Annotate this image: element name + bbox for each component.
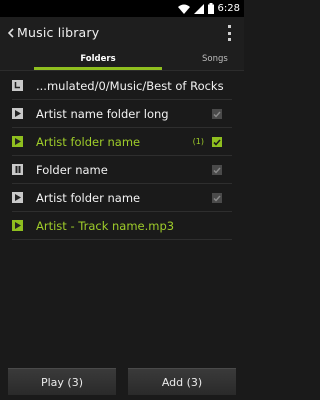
- action-bar: Music library: [0, 17, 244, 48]
- play-folder-icon: [12, 192, 23, 203]
- row-label: Artist name folder long: [36, 106, 169, 121]
- row-checkbox[interactable]: [212, 193, 222, 203]
- pause-folder-icon: [12, 164, 23, 175]
- signal-icon: [193, 0, 204, 18]
- list-item-track[interactable]: Artist - Track name.mp3: [12, 212, 232, 240]
- play-folder-icon: [12, 108, 23, 119]
- back-chevron-icon[interactable]: [6, 26, 15, 40]
- list-item[interactable]: Folder name: [12, 156, 232, 184]
- battery-icon: [207, 0, 214, 18]
- tab-bar: Folders Songs: [0, 48, 244, 70]
- row-label: Folder name: [36, 162, 108, 177]
- wifi-icon: [177, 0, 190, 18]
- row-checkbox[interactable]: [212, 109, 222, 119]
- list-item-parent-folder[interactable]: ...mulated/0/Music/Best of Rocks: [12, 72, 232, 100]
- tab-songs[interactable]: Songs: [180, 48, 244, 70]
- play-track-icon: [12, 220, 23, 231]
- status-time: 6:28: [217, 3, 240, 14]
- row-checkbox-checked[interactable]: [212, 137, 222, 147]
- row-checkbox[interactable]: [212, 165, 222, 175]
- list-item[interactable]: Artist folder name: [12, 184, 232, 212]
- list-item[interactable]: Artist name folder long: [12, 100, 232, 128]
- row-label: ...mulated/0/Music/Best of Rocks: [36, 78, 224, 93]
- add-button[interactable]: Add (3): [128, 368, 236, 395]
- overflow-menu-icon[interactable]: [226, 25, 232, 41]
- row-label: Artist - Track name.mp3: [36, 218, 175, 233]
- row-label: Artist folder name: [36, 190, 141, 205]
- play-folder-icon: [12, 136, 23, 147]
- parent-folder-icon: [12, 80, 23, 91]
- status-icons: 6:28: [177, 0, 240, 18]
- list-item-selected[interactable]: Artist folder name (1): [12, 128, 232, 156]
- row-label: Artist folder name: [36, 134, 141, 149]
- play-button[interactable]: Play (3): [8, 368, 116, 395]
- divider: [0, 70, 244, 71]
- selected-count: (1): [192, 137, 204, 146]
- status-bar: 6:28: [0, 0, 244, 17]
- bottom-buttons: Play (3) Add (3): [8, 368, 236, 395]
- app-title[interactable]: Music library: [17, 25, 99, 40]
